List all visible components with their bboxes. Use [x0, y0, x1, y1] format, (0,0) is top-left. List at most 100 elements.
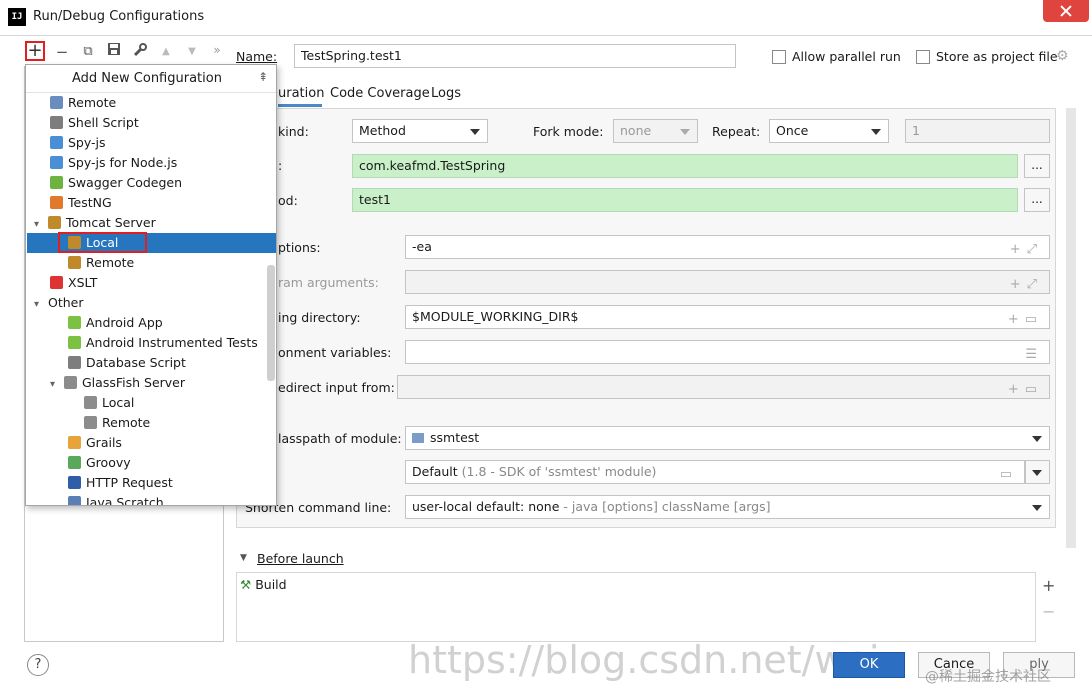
jre-dropdown-button[interactable]	[1025, 460, 1050, 484]
gear-icon[interactable]: ⚙	[1056, 48, 1069, 64]
method-label: od:	[278, 193, 298, 208]
spy-js-icon	[50, 136, 63, 149]
move-up-button[interactable]: ▲	[156, 42, 176, 62]
tree-item-label: Remote	[68, 95, 117, 110]
move-down-button[interactable]: ▼	[182, 42, 202, 62]
fork-mode-label: Fork mode:	[533, 124, 604, 139]
glassfish-remote-icon	[84, 416, 97, 429]
wrench-icon	[133, 43, 147, 57]
popup-scrollbar[interactable]	[267, 265, 275, 381]
grails-icon	[68, 436, 81, 449]
tree-item-grails[interactable]: Grails	[68, 433, 122, 453]
redirect-input-field[interactable]: +▭	[397, 375, 1050, 399]
tree-item-android-instrumented-tests[interactable]: Android Instrumented Tests	[68, 333, 258, 353]
tree-item-label: Tomcat Server	[66, 215, 156, 230]
environment-variables-input[interactable]: ☰	[405, 340, 1050, 364]
tree-item-label: Android App	[86, 315, 163, 330]
tree-item-swagger-codegen[interactable]: Swagger Codegen	[50, 173, 182, 193]
tree-item-label: Local	[86, 235, 119, 250]
edit-defaults-button[interactable]	[130, 42, 150, 62]
tree-item-java-scratch[interactable]: Java Scratch	[68, 493, 164, 506]
tab-code-coverage[interactable]: Code Coverage	[330, 86, 430, 101]
http-api-icon	[68, 476, 81, 489]
remove-configuration-button[interactable]: −	[52, 42, 72, 62]
title-bar: IJ Run/Debug Configurations	[0, 0, 1092, 36]
name-label: Name:	[236, 49, 278, 64]
tree-item-shell-script[interactable]: Shell Script	[50, 113, 139, 133]
tab-logs[interactable]: Logs	[431, 86, 461, 101]
hammer-icon: ⚒	[240, 577, 252, 592]
before-launch-list	[236, 572, 1036, 642]
module-icon	[412, 433, 424, 443]
tree-item-groovy[interactable]: Groovy	[68, 453, 131, 473]
add-new-configuration-popup: Add New Configuration ⇞ Remote Shell Scri…	[25, 64, 277, 506]
expand-arrow-icon[interactable]: ▾	[50, 375, 64, 395]
ok-button[interactable]: OK	[833, 652, 905, 678]
watermark-url: https://blog.csdn.net/wei	[408, 638, 880, 682]
folder-icon[interactable]: ▭	[1000, 464, 1018, 483]
working-directory-input[interactable]: $MODULE_WORKING_DIR$ +▭	[405, 305, 1050, 329]
class-input[interactable]: com.keafmd.TestSpring	[352, 154, 1018, 178]
tree-item-xslt[interactable]: XSLT	[50, 273, 97, 293]
test-kind-label: kind:	[278, 124, 309, 139]
build-task[interactable]: ⚒ Build	[240, 577, 287, 592]
allow-parallel-checkbox[interactable]	[772, 50, 786, 64]
edit-list-icon[interactable]: ☰	[1025, 344, 1043, 363]
collapse-all-icon[interactable]: ⇞	[258, 70, 268, 84]
tree-item-remote[interactable]: Remote	[50, 93, 116, 113]
android-test-icon	[68, 336, 81, 349]
tree-item-remote[interactable]: Remote	[84, 413, 150, 433]
tree-item-database-script[interactable]: Database Script	[68, 353, 186, 373]
expand-arrow-icon[interactable]: ▾	[34, 215, 48, 235]
tab-configuration[interactable]: uration	[278, 86, 324, 101]
repeat-count-input[interactable]: 1	[905, 119, 1050, 143]
tree-item-tomcat-server[interactable]: ▾ Tomcat Server	[34, 213, 156, 233]
expand-arrow-icon[interactable]: ▾	[34, 295, 48, 315]
remove-task-button[interactable]: −	[1042, 602, 1055, 621]
save-configuration-button[interactable]	[104, 42, 124, 62]
program-arguments-input[interactable]: +⤢	[405, 270, 1050, 294]
tree-item-testng[interactable]: TestNG	[50, 193, 112, 213]
close-window-button[interactable]	[1043, 0, 1089, 22]
tree-item-http-request[interactable]: HTTP Request	[68, 473, 173, 493]
expand-icon[interactable]: +⤢	[1010, 274, 1043, 293]
browse-method-button[interactable]: ...	[1024, 188, 1050, 212]
fork-mode-select[interactable]: none	[613, 119, 698, 143]
help-button[interactable]: ?	[27, 654, 49, 676]
store-project-checkbox[interactable]	[916, 50, 930, 64]
intellij-app-icon: IJ	[8, 8, 26, 26]
expand-icon[interactable]: +⤢	[1010, 239, 1043, 258]
add-configuration-button[interactable]: +	[25, 41, 45, 61]
test-kind-select[interactable]: Method	[352, 119, 488, 143]
shorten-command-line-select[interactable]: user-local default: none - java [options…	[405, 495, 1050, 519]
vm-options-label: ptions:	[278, 240, 321, 255]
jre-select[interactable]: Default (1.8 - SDK of 'ssmtest' module) ▭	[405, 460, 1025, 484]
tree-item-remote[interactable]: Remote	[68, 253, 134, 273]
folder-icon[interactable]: +▭	[1008, 379, 1043, 398]
classpath-module-select[interactable]: ssmtest	[405, 426, 1050, 450]
browse-class-button[interactable]: ...	[1024, 154, 1050, 178]
tree-item-local[interactable]: Local	[68, 233, 118, 253]
tree-item-spy-js[interactable]: Spy-js	[50, 133, 106, 153]
chevron-down-icon	[871, 129, 881, 135]
vm-options-input[interactable]: -ea +⤢	[405, 235, 1050, 259]
chevron-down-icon	[1032, 436, 1042, 442]
tree-item-glassfish-server[interactable]: ▾ GlassFish Server	[50, 373, 185, 393]
tree-item-spy-js-for-node-js[interactable]: Spy-js for Node.js	[50, 153, 177, 173]
tree-item-label: Java Scratch	[86, 495, 164, 506]
add-task-button[interactable]: +	[1042, 576, 1055, 595]
form-scrollbar[interactable]	[1066, 108, 1076, 548]
tree-item-local[interactable]: Local	[84, 393, 134, 413]
name-input[interactable]: TestSpring.test1	[294, 44, 736, 68]
copy-configuration-button[interactable]: ⧉	[78, 42, 98, 62]
collapse-arrow-icon[interactable]: ▼	[240, 553, 247, 563]
classpath-module-label: lasspath of module:	[278, 431, 402, 446]
method-input[interactable]: test1	[352, 188, 1018, 212]
more-actions-button[interactable]: »	[207, 40, 227, 60]
tree-item-label: Spy-js	[68, 135, 106, 150]
tree-item-other[interactable]: ▾ Other	[34, 293, 84, 313]
chevron-down-icon	[470, 129, 480, 135]
tree-item-android-app[interactable]: Android App	[68, 313, 163, 333]
folder-icon[interactable]: +▭	[1008, 309, 1043, 328]
repeat-select[interactable]: Once	[769, 119, 889, 143]
